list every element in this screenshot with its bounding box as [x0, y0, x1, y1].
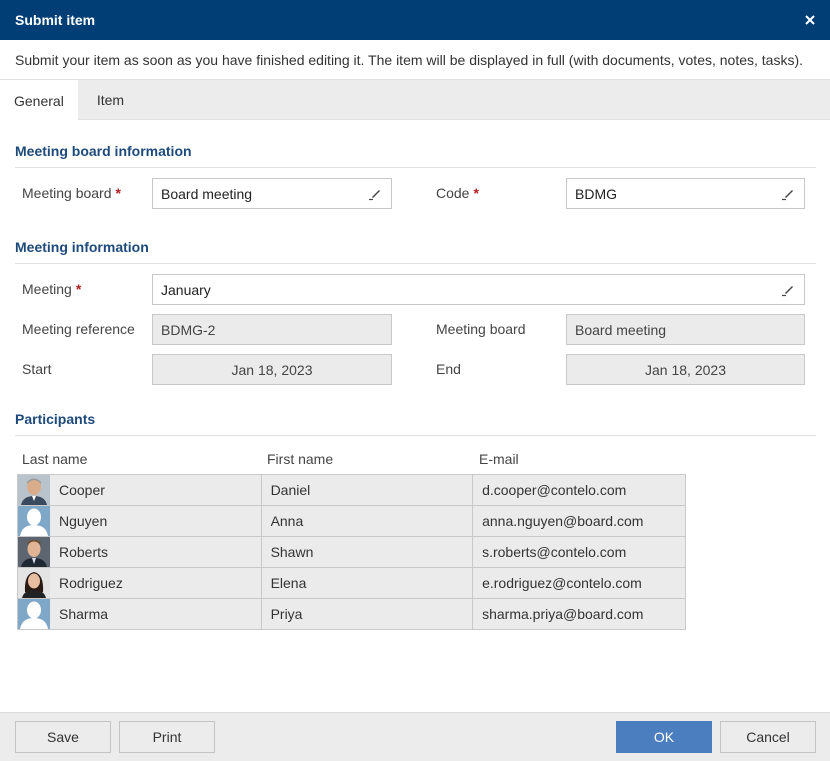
email: d.cooper@contelo.com — [472, 474, 686, 506]
tab-item[interactable]: Item — [78, 80, 142, 120]
pencil-icon[interactable] — [780, 282, 796, 298]
ok-button[interactable]: OK — [616, 721, 712, 753]
close-icon[interactable] — [800, 10, 820, 30]
section-title-meeting-info: Meeting information — [15, 239, 149, 255]
start-date-value: Jan 18, 2023 — [231, 361, 313, 378]
column-header-email[interactable]: E-mail — [479, 451, 519, 467]
email: s.roberts@contelo.com — [472, 536, 686, 568]
start-date-field: Jan 18, 2023 — [152, 354, 392, 385]
section-title-participants: Participants — [15, 411, 96, 427]
save-button[interactable]: Save — [15, 721, 111, 753]
print-button[interactable]: Print — [119, 721, 215, 753]
table-row[interactable]: Roberts Shawn s.roberts@contelo.com — [17, 536, 686, 568]
meeting-board-label: Meeting board * — [22, 185, 121, 201]
meeting-value: January — [161, 281, 211, 298]
dialog-titlebar: Submit item — [0, 0, 830, 40]
required-marker: * — [115, 185, 121, 201]
code-value: BDMG — [575, 185, 617, 202]
avatar-photo — [18, 475, 50, 505]
meeting-reference-field: BDMG-2 — [152, 314, 392, 345]
email: e.rodriguez@contelo.com — [472, 567, 686, 599]
meeting-label: Meeting * — [22, 281, 81, 297]
last-name-cell: Roberts — [17, 536, 262, 568]
meeting-field[interactable]: January — [152, 274, 805, 305]
start-label: Start — [22, 361, 52, 377]
meeting-label-text: Meeting — [22, 281, 72, 297]
divider — [15, 263, 816, 264]
last-name: Cooper — [59, 482, 105, 498]
table-row[interactable]: Rodriguez Elena e.rodriguez@contelo.com — [17, 567, 686, 599]
code-field[interactable]: BDMG — [566, 178, 805, 209]
dialog-intro: Submit your item as soon as you have fin… — [0, 40, 830, 80]
required-marker: * — [473, 185, 479, 201]
column-header-first-name[interactable]: First name — [267, 451, 333, 467]
meeting-reference-label: Meeting reference — [22, 321, 135, 337]
end-date-value: Jan 18, 2023 — [645, 361, 726, 378]
dialog-footer: Save Print OK Cancel — [0, 712, 830, 761]
pencil-icon[interactable] — [367, 186, 383, 202]
end-date-field: Jan 18, 2023 — [566, 354, 805, 385]
first-name: Daniel — [260, 474, 474, 506]
table-row[interactable]: Nguyen Anna anna.nguyen@board.com — [17, 505, 686, 537]
required-marker: * — [75, 281, 82, 297]
first-name: Anna — [260, 505, 474, 537]
meeting-board-value: Board meeting — [161, 185, 253, 202]
avatar-photo — [18, 537, 50, 567]
tab-bar: General Item — [0, 80, 830, 121]
divider — [15, 435, 816, 436]
last-name-cell: Cooper — [17, 474, 262, 506]
tab-general[interactable]: General — [0, 80, 78, 121]
avatar-placeholder-icon — [18, 599, 50, 629]
dialog-title: Submit item — [15, 12, 96, 28]
meeting-board-ro-label: Meeting board — [436, 321, 526, 337]
last-name: Nguyen — [59, 513, 108, 529]
meeting-board-label-text: Meeting board — [22, 185, 112, 201]
first-name: Elena — [260, 567, 474, 599]
avatar-photo — [18, 568, 50, 598]
last-name: Rodriguez — [59, 575, 123, 591]
avatar-placeholder-icon — [18, 506, 50, 536]
cancel-button[interactable]: Cancel — [720, 721, 816, 753]
meeting-board-ro-field: Board meeting — [566, 314, 805, 345]
pencil-icon[interactable] — [780, 186, 796, 202]
meeting-board-ro-value: Board meeting — [575, 321, 667, 338]
last-name-cell: Nguyen — [17, 505, 262, 537]
last-name: Sharma — [59, 606, 109, 622]
last-name-cell: Rodriguez — [17, 567, 262, 599]
last-name-cell: Sharma — [17, 598, 262, 630]
table-row[interactable]: Sharma Priya sharma.priya@board.com — [17, 598, 686, 630]
last-name: Roberts — [59, 544, 109, 560]
email: anna.nguyen@board.com — [472, 505, 686, 537]
meeting-board-field[interactable]: Board meeting — [152, 178, 392, 209]
end-label: End — [436, 361, 461, 377]
code-label-text: Code — [436, 185, 470, 201]
section-title-board-info: Meeting board information — [15, 143, 192, 159]
first-name: Priya — [260, 598, 474, 630]
meeting-reference-value: BDMG-2 — [161, 321, 216, 338]
first-name: Shawn — [260, 536, 474, 568]
table-row[interactable]: Cooper Daniel d.cooper@contelo.com — [17, 474, 686, 506]
participants-table: Cooper Daniel d.cooper@contelo.com Nguye… — [17, 474, 686, 630]
column-header-last-name[interactable]: Last name — [22, 451, 87, 467]
divider — [15, 167, 816, 168]
code-label: Code * — [436, 185, 479, 201]
email: sharma.priya@board.com — [472, 598, 686, 630]
